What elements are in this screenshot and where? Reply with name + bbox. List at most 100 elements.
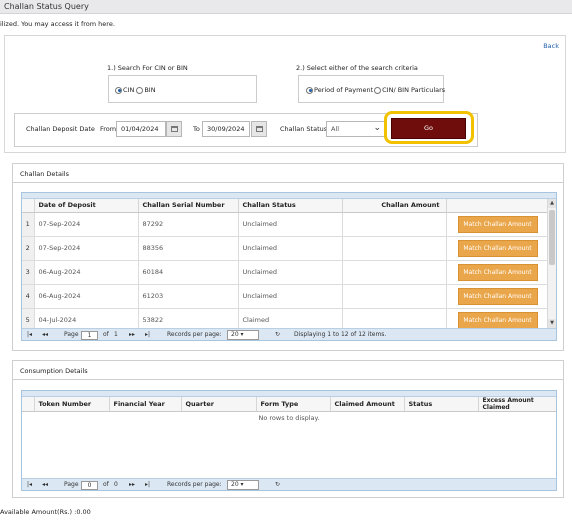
- cell-action: Match Challan Amount: [446, 260, 550, 285]
- match-challan-amount-button[interactable]: Match Challan Amount: [457, 263, 538, 281]
- cell-serial: 87292: [138, 212, 239, 237]
- bin-radio-label: BIN: [144, 86, 156, 94]
- cell-serial: 61203: [138, 284, 239, 309]
- records-per-page-value: 20: [231, 481, 239, 488]
- next-page-icon[interactable]: ▸▸: [129, 331, 135, 338]
- match-challan-amount-button[interactable]: Match Challan Amount: [457, 215, 538, 233]
- go-button[interactable]: Go: [391, 118, 466, 139]
- challan-status-label: Challan Status: [280, 125, 328, 133]
- challan-status-value: All: [331, 125, 340, 133]
- from-calendar-icon[interactable]: [166, 121, 182, 137]
- cin-bin-radio-group: CIN BIN: [115, 86, 156, 94]
- grid-scrollbar[interactable]: ▲ ▼: [547, 199, 556, 328]
- records-per-page-value: 20: [231, 331, 239, 338]
- cell-status: Unclaimed: [238, 260, 343, 285]
- consumption-details-title: Consumption Details: [13, 361, 563, 380]
- col-date-of-deposit[interactable]: Date of Deposit: [34, 199, 139, 213]
- prev-page-icon[interactable]: ◂◂: [42, 481, 48, 488]
- col-status[interactable]: Status: [404, 397, 479, 412]
- to-date-input[interactable]: 30/09/2024: [202, 121, 250, 137]
- cell-action: Match Challan Amount: [446, 212, 550, 237]
- challan-grid: Date of Deposit Challan Serial Number Ch…: [21, 192, 557, 341]
- period-radio[interactable]: [306, 86, 313, 94]
- records-per-page-select[interactable]: 20 ▾: [227, 480, 259, 490]
- col-quarter[interactable]: Quarter: [181, 397, 257, 412]
- challan-header-row: Date of Deposit Challan Serial Number Ch…: [22, 199, 550, 213]
- row-number: 1: [22, 212, 35, 237]
- match-challan-amount-button[interactable]: Match Challan Amount: [457, 239, 538, 257]
- refresh-icon[interactable]: ↻: [275, 481, 280, 488]
- cell-serial: 88356: [138, 236, 239, 261]
- records-per-page-label: Records per page:: [167, 481, 222, 488]
- col-action: [446, 199, 550, 213]
- col-token-number[interactable]: Token Number: [34, 397, 110, 412]
- row-number-header: [22, 397, 35, 412]
- from-date-input[interactable]: 01/04/2024: [116, 121, 166, 137]
- to-label: To: [193, 125, 200, 133]
- table-row[interactable]: 1 07-Sep-2024 87292 Unclaimed Match Chal…: [22, 212, 550, 237]
- cell-action: Match Challan Amount: [446, 236, 550, 261]
- deposit-date-label: Challan Deposit Date: [26, 125, 95, 133]
- col-excess-amount[interactable]: Excess Amount Claimed: [478, 397, 556, 412]
- select-criteria-label: 2.) Select either of the search criteria: [296, 64, 418, 72]
- particulars-radio-label: CIN/ BIN Particulars: [382, 86, 446, 94]
- last-page-icon[interactable]: ▸|: [145, 481, 150, 488]
- scroll-thumb[interactable]: [549, 210, 555, 265]
- cell-amount: [342, 284, 447, 309]
- table-row[interactable]: 3 06-Aug-2024 60184 Unclaimed Match Chal…: [22, 260, 550, 285]
- col-financial-year[interactable]: Financial Year: [109, 397, 182, 412]
- row-number: 3: [22, 260, 35, 285]
- cell-action: Match Challan Amount: [446, 284, 550, 309]
- cell-date: 07-Sep-2024: [34, 212, 139, 237]
- challan-status-select[interactable]: All ⌄: [326, 121, 386, 137]
- page-number-input[interactable]: 0: [81, 481, 98, 490]
- no-rows-message: No rows to display.: [258, 414, 320, 422]
- col-challan-amount[interactable]: Challan Amount: [342, 199, 447, 213]
- last-page-icon[interactable]: ▸|: [145, 331, 150, 338]
- page-label: Page: [64, 331, 79, 338]
- consumption-table: Token Number Financial Year Quarter Form…: [22, 397, 556, 412]
- records-per-page-label: Records per page:: [167, 331, 222, 338]
- cell-amount: [342, 260, 447, 285]
- col-challan-serial[interactable]: Challan Serial Number: [138, 199, 239, 213]
- challan-details-panel: Challan Details Date of Deposit Challan …: [12, 163, 564, 351]
- total-pages: 1: [114, 331, 118, 338]
- page-number-input[interactable]: 1: [81, 331, 98, 340]
- cell-status: Unclaimed: [238, 284, 343, 309]
- records-per-page-select[interactable]: 20 ▾: [227, 330, 259, 340]
- table-row[interactable]: 2 07-Sep-2024 88356 Unclaimed Match Chal…: [22, 236, 550, 261]
- refresh-icon[interactable]: ↻: [275, 331, 280, 338]
- scroll-up-icon[interactable]: ▲: [548, 199, 556, 208]
- of-label: of: [103, 331, 109, 338]
- from-label: From: [100, 125, 117, 133]
- to-calendar-icon[interactable]: [251, 121, 267, 137]
- chevron-down-icon: ⌄: [373, 123, 381, 133]
- col-claimed-amount[interactable]: Claimed Amount: [330, 397, 405, 412]
- consumption-header-row: Token Number Financial Year Quarter Form…: [22, 397, 556, 412]
- available-amount: Available Amount(Rs.) :0.00: [0, 508, 91, 516]
- page-label: Page: [64, 481, 79, 488]
- bin-radio[interactable]: [136, 86, 144, 94]
- cin-radio[interactable]: [115, 86, 122, 94]
- cell-date: 06-Aug-2024: [34, 260, 139, 285]
- cell-status: Unclaimed: [238, 236, 343, 261]
- of-label: of: [103, 481, 109, 488]
- cell-amount: [342, 236, 447, 261]
- first-page-icon[interactable]: |◂: [27, 331, 32, 338]
- first-page-icon[interactable]: |◂: [27, 481, 32, 488]
- prev-page-icon[interactable]: ◂◂: [42, 331, 48, 338]
- consumption-grid: Token Number Financial Year Quarter Form…: [21, 390, 557, 491]
- back-link[interactable]: Back: [543, 42, 559, 50]
- col-challan-status[interactable]: Challan Status: [238, 199, 343, 213]
- col-form-type[interactable]: Form Type: [256, 397, 331, 412]
- table-row[interactable]: 4 06-Aug-2024 61203 Unclaimed Match Chal…: [22, 284, 550, 309]
- cell-date: 06-Aug-2024: [34, 284, 139, 309]
- particulars-radio[interactable]: [374, 86, 382, 94]
- match-challan-amount-button[interactable]: Match Challan Amount: [457, 287, 538, 305]
- challan-details-title: Challan Details: [13, 164, 563, 183]
- match-challan-amount-button[interactable]: Match Challan Amount: [457, 311, 538, 329]
- criteria-box: Period of Payment CIN/ BIN Particulars: [298, 75, 446, 103]
- period-radio-label: Period of Payment: [314, 86, 374, 94]
- scroll-down-icon[interactable]: ▼: [548, 319, 556, 328]
- next-page-icon[interactable]: ▸▸: [129, 481, 135, 488]
